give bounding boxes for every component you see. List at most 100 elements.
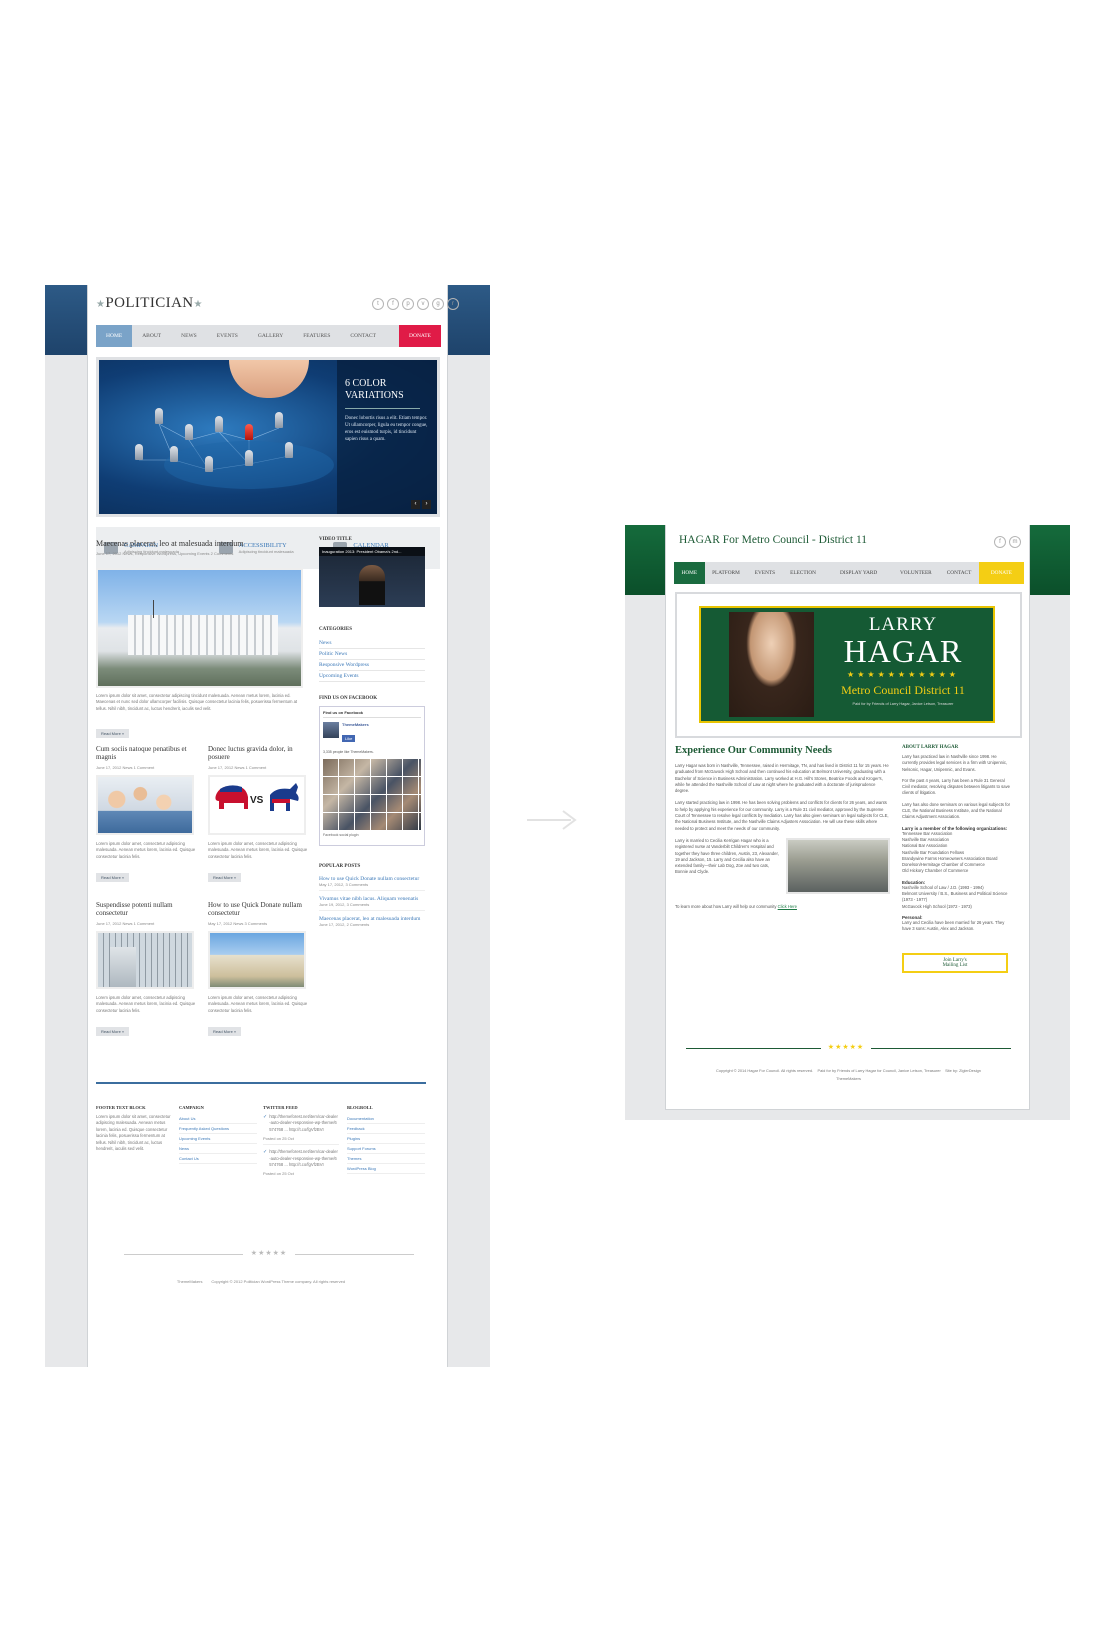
fb-page-avatar[interactable] xyxy=(323,722,339,738)
footer-link[interactable]: Upcoming Events xyxy=(179,1134,257,1144)
twitter-bird-icon: ✓ xyxy=(263,1114,268,1120)
footer-link[interactable]: Documentation xyxy=(347,1114,425,1124)
post-excerpt: Lorem ipsum dolor amet, consectetur adip… xyxy=(96,841,196,859)
facebook-widget: Find us on Facebook ThemeMakers Like 3,3… xyxy=(319,706,425,846)
family-block: Larry is married to Cecilia Kerrigan Hag… xyxy=(675,837,890,894)
facebook-icon[interactable]: f xyxy=(387,298,399,310)
slider-prev-icon[interactable]: ‹ xyxy=(411,500,420,509)
tweet-date: Posted on 25 Oct xyxy=(263,1171,294,1177)
suit-building-photo[interactable] xyxy=(96,931,194,989)
logo-star-icon: ★ xyxy=(193,299,203,310)
facebook-icon[interactable]: f xyxy=(994,536,1006,548)
nav-contact[interactable]: CONTACT xyxy=(340,325,386,347)
site-logo[interactable]: ★POLITICIAN★ xyxy=(96,295,203,312)
read-more-button[interactable]: Read More » xyxy=(96,722,130,740)
mailing-list-label: Mailing List xyxy=(942,962,968,968)
nav-about[interactable]: ABOUT xyxy=(132,325,171,347)
footer-link[interactable]: Feedback xyxy=(347,1124,425,1134)
logo-star-icon: ★ xyxy=(96,299,106,310)
suit-shape xyxy=(110,947,136,987)
arrow-right-icon xyxy=(527,810,577,830)
read-more-button[interactable]: Read More » xyxy=(96,866,196,884)
tweet-text[interactable]: http://themeforest.net/item/car-dealer-a… xyxy=(269,1114,339,1133)
pinterest-icon[interactable]: p xyxy=(402,298,414,310)
donate-button[interactable]: DONATE xyxy=(978,562,1024,584)
footer-link[interactable]: WordPress Blog xyxy=(347,1164,425,1174)
elephant-donkey-image[interactable]: VS xyxy=(208,775,306,835)
tweet-text[interactable]: http://themeforest.net/item/car-dealer-a… xyxy=(269,1149,339,1168)
post-title[interactable]: Donec luctus gravida dolor, in posuere xyxy=(208,745,308,761)
person-figure-highlighted xyxy=(245,424,253,440)
post-title[interactable]: Maecenas placerat, leo at malesuada inte… xyxy=(96,539,308,548)
nav-events[interactable]: EVENTS xyxy=(747,562,782,584)
organizations-list: Tennessee Bar Association Nashville Bar … xyxy=(902,830,998,874)
footer-link[interactable]: Frequently Asked Questions xyxy=(179,1124,257,1134)
footer-link[interactable]: Support Forums xyxy=(347,1144,425,1154)
sidebar-paragraph: Larry has practiced law in Nashville sin… xyxy=(902,754,1008,772)
nav-features[interactable]: FEATURES xyxy=(293,325,340,347)
transition-arrow xyxy=(525,808,583,832)
post-title[interactable]: How to use Quick Donate nullam consectet… xyxy=(208,901,308,917)
fb-fan-faces[interactable] xyxy=(323,758,421,830)
footer-link[interactable]: Plugins xyxy=(347,1134,425,1144)
nav-platform[interactable]: PLATFORM xyxy=(705,562,748,584)
category-link[interactable]: Politic News xyxy=(319,649,425,660)
read-more-button[interactable]: Read More » xyxy=(208,866,308,884)
banner-image: LARRY HAGAR ★★★★★★★★★★★ Metro Council Di… xyxy=(699,606,995,723)
politician-page: ★POLITICIAN★ t f p v g r HOME ABOUT NEWS… xyxy=(87,285,459,1367)
vimeo-icon[interactable]: v xyxy=(417,298,429,310)
main-content: Experience Our Community Needs Larry Hag… xyxy=(675,745,890,910)
post-title[interactable]: Suspendisse potenti nullam consectetur xyxy=(96,901,196,917)
video-caption: Inauguration 2013: President Obama's 2nd… xyxy=(319,547,425,556)
footer-link[interactable]: News xyxy=(179,1144,257,1154)
nav-home[interactable]: HOME xyxy=(96,325,133,347)
sidebar-paragraph: For the past 4 years, Larry has been a R… xyxy=(902,777,1010,796)
network-lines xyxy=(139,423,334,489)
capitol-photo[interactable] xyxy=(208,931,306,989)
video-player[interactable]: Inauguration 2013: President Obama's 2nd… xyxy=(319,547,425,607)
click-here-link[interactable]: Click Here xyxy=(778,904,797,909)
nav-news[interactable]: NEWS xyxy=(171,325,207,347)
read-more-label: Read More » xyxy=(208,1027,242,1037)
nav-volunteer[interactable]: VOLUNTEER xyxy=(892,562,939,584)
fb-page-name[interactable]: ThemeMakers xyxy=(342,722,369,727)
hagar-site-preview: HAGAR For Metro Council - District 11 f … xyxy=(625,525,1070,1120)
email-icon[interactable]: m xyxy=(1009,536,1021,548)
slider-next-icon[interactable]: › xyxy=(422,500,431,509)
nav-display-yard-sign[interactable]: DISPLAY YARD SIGN xyxy=(833,562,893,598)
nav-election-info[interactable]: ELECTION INFO xyxy=(783,562,833,598)
site-title[interactable]: HAGAR For Metro Council - District 11 xyxy=(679,534,867,546)
team-photo[interactable] xyxy=(96,775,194,835)
category-link[interactable]: Responsive Wordpress xyxy=(319,660,425,671)
learn-more-text: To learn more about how Larry will help … xyxy=(675,903,777,909)
footer-link[interactable]: Themes xyxy=(347,1154,425,1164)
hero-slider: 6 COLOR VARIATIONS Donec lobortis risus … xyxy=(96,357,440,517)
nav-gallery[interactable]: GALLERY xyxy=(248,325,293,347)
rss-icon[interactable]: r xyxy=(447,298,459,310)
nav-events[interactable]: EVENTS xyxy=(207,325,248,347)
parliament-photo[interactable] xyxy=(96,568,303,688)
mailing-list-button[interactable]: Join Larry's Mailing List xyxy=(902,952,1008,973)
donate-button[interactable]: DONATE xyxy=(399,325,441,347)
twitter-icon[interactable]: t xyxy=(372,298,384,310)
right-header-band xyxy=(445,285,490,355)
read-more-button[interactable]: Read More » xyxy=(208,1020,308,1038)
category-list: News Politic News Responsive Wordpress U… xyxy=(319,638,425,682)
footer-title: TWITTER FEED xyxy=(263,1105,298,1110)
sidebar-title: ABOUT LARRY HAGAR xyxy=(902,745,959,750)
post-title[interactable]: Cum sociis natoque penatibus et magnis xyxy=(96,745,196,761)
fb-like-button[interactable]: Like xyxy=(342,735,356,742)
google-plus-icon[interactable]: g xyxy=(432,298,444,310)
category-link[interactable]: News xyxy=(319,638,425,649)
read-more-button[interactable]: Read More » xyxy=(96,1020,196,1038)
category-link[interactable]: Upcoming Events xyxy=(319,671,425,682)
nav-home[interactable]: HOME xyxy=(674,562,705,584)
footer-link[interactable]: Contact Us xyxy=(179,1154,257,1164)
footer-col-blogroll: BLOGROLL Documentation Feedback Plugins … xyxy=(347,1105,425,1174)
nav-contact[interactable]: CONTACT xyxy=(939,562,979,584)
read-more-label: Read More » xyxy=(96,1027,130,1037)
section-title: Experience Our Community Needs xyxy=(675,745,833,756)
twitter-bird-icon: ✓ xyxy=(263,1149,268,1156)
footer-link[interactable]: About Us xyxy=(179,1114,257,1124)
person-figure xyxy=(275,412,283,428)
